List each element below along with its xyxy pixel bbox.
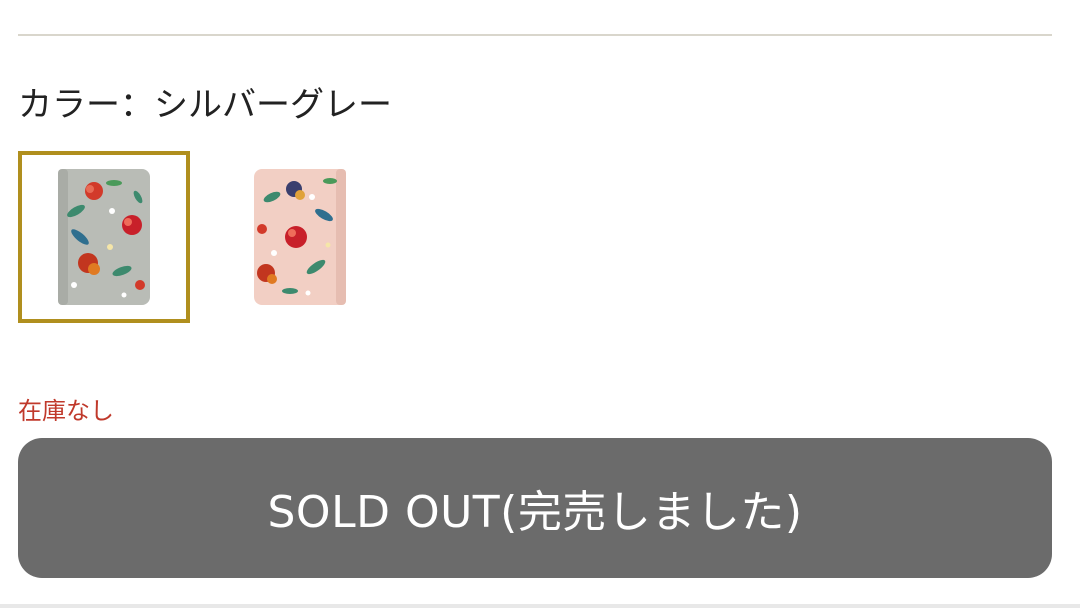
sold-out-button[interactable]: SOLD OUT(完売しました) (18, 438, 1052, 578)
swatch-silver-grey[interactable] (18, 151, 190, 323)
swatch-pink[interactable] (214, 151, 386, 323)
color-label: カラー：シルバーグレー (18, 85, 392, 125)
sold-out-label: SOLD OUT(完売しました) (267, 487, 803, 538)
silver-grey-floral-case-image (58, 169, 150, 305)
bottom-divider (0, 604, 1080, 608)
product-options: カラー：シルバーグレー 在庫なし SOLD OUT(完売しました) (0, 0, 1080, 608)
stock-status: 在庫なし (18, 397, 114, 425)
divider (18, 34, 1052, 36)
pink-floral-case-image (254, 169, 346, 305)
